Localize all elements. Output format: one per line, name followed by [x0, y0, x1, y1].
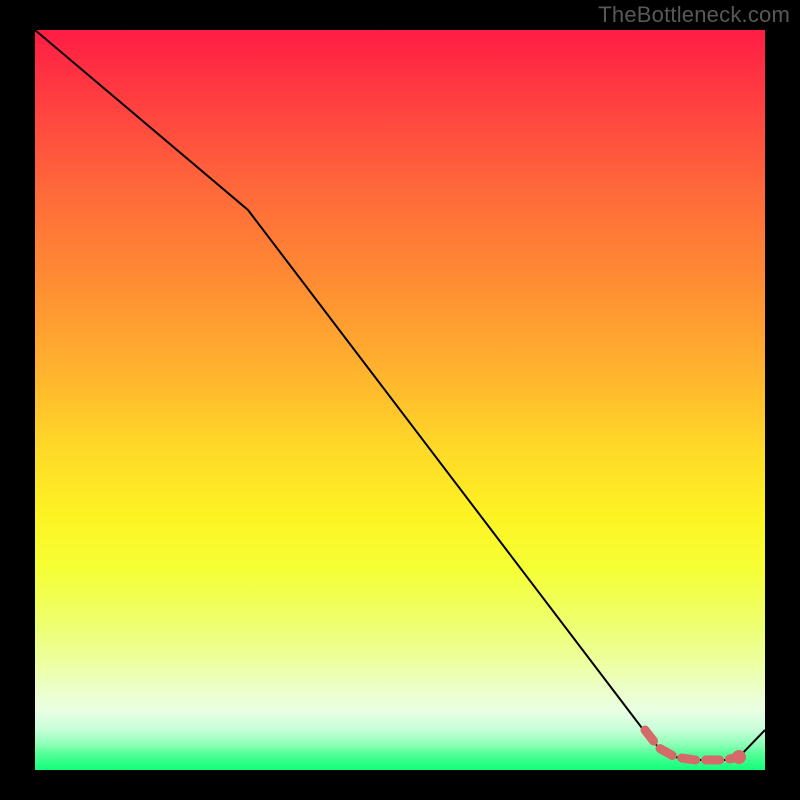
highlight-overlay [645, 730, 739, 760]
attribution-text: TheBottleneck.com [598, 2, 790, 28]
main-curve [35, 30, 765, 760]
chart-svg [35, 30, 765, 770]
highlight-end-dot [732, 750, 746, 764]
chart-frame: TheBottleneck.com [0, 0, 800, 800]
plot-area [35, 30, 765, 770]
